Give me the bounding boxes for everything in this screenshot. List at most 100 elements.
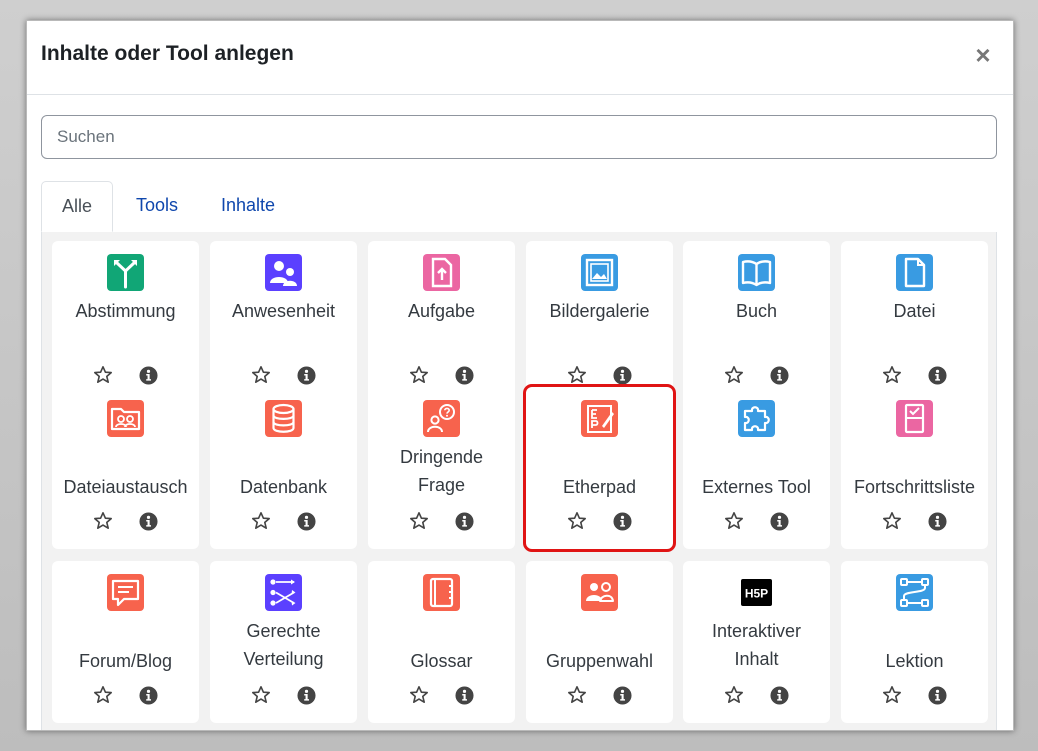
info-icon[interactable] bbox=[613, 686, 632, 705]
file-exchange-icon bbox=[107, 400, 144, 437]
star-icon[interactable] bbox=[567, 685, 587, 705]
activity-card-abstimmung[interactable]: Abstimmung bbox=[52, 241, 199, 403]
activity-card-datenbank[interactable]: Datenbank bbox=[210, 387, 357, 549]
star-icon[interactable] bbox=[409, 365, 429, 385]
star-icon[interactable] bbox=[251, 685, 271, 705]
info-icon[interactable] bbox=[613, 366, 632, 385]
activity-label: Abstimmung bbox=[75, 301, 176, 321]
activity-label: Externes Tool bbox=[702, 477, 811, 497]
gallery-icon bbox=[581, 254, 618, 291]
info-icon[interactable] bbox=[297, 512, 316, 531]
activity-card-interaktiver-inhalt[interactable]: H5P Interaktiver Inhalt bbox=[683, 561, 830, 723]
activity-label: Interaktiver Inhalt bbox=[683, 617, 830, 673]
etherpad-icon bbox=[581, 400, 618, 437]
info-icon[interactable] bbox=[139, 686, 158, 705]
activity-label-line2: Frage bbox=[417, 475, 466, 495]
activity-card-gerechte-verteilung[interactable]: Gerechte Verteilung bbox=[210, 561, 357, 723]
star-icon[interactable] bbox=[724, 511, 744, 531]
activity-card-dringende-frage[interactable]: Dringende Frage bbox=[368, 387, 515, 549]
activity-card-buch[interactable]: Buch bbox=[683, 241, 830, 403]
puzzle-icon bbox=[738, 400, 775, 437]
activity-card-externes-tool[interactable]: Externes Tool bbox=[683, 387, 830, 549]
activity-label-line1: Interaktiver bbox=[711, 621, 802, 641]
info-icon[interactable] bbox=[139, 366, 158, 385]
activity-card-datei[interactable]: Datei bbox=[841, 241, 988, 403]
info-icon[interactable] bbox=[928, 512, 947, 531]
info-icon[interactable] bbox=[770, 512, 789, 531]
info-icon[interactable] bbox=[139, 512, 158, 531]
star-icon[interactable] bbox=[93, 511, 113, 531]
info-icon[interactable] bbox=[928, 686, 947, 705]
activity-label: Lektion bbox=[885, 651, 944, 671]
activity-label: Datenbank bbox=[239, 477, 328, 497]
distribution-icon bbox=[265, 574, 302, 611]
activity-label: Glossar bbox=[410, 651, 473, 671]
activity-label: Etherpad bbox=[562, 477, 637, 497]
tab-bar: Alle Tools Inhalte bbox=[41, 181, 997, 233]
tab-tools[interactable]: Tools bbox=[116, 181, 198, 231]
star-icon[interactable] bbox=[567, 511, 587, 531]
activity-card-lektion[interactable]: Lektion bbox=[841, 561, 988, 723]
activity-label-line2: Verteilung bbox=[243, 649, 324, 669]
star-icon[interactable] bbox=[882, 365, 902, 385]
star-icon[interactable] bbox=[409, 511, 429, 531]
star-icon[interactable] bbox=[882, 511, 902, 531]
tab-all[interactable]: Alle bbox=[41, 181, 114, 232]
forum-icon bbox=[107, 574, 144, 611]
activity-card-bildergalerie[interactable]: Bildergalerie bbox=[526, 241, 673, 403]
tab-contents[interactable]: Inhalte bbox=[201, 181, 295, 231]
star-icon[interactable] bbox=[251, 511, 271, 531]
activity-card-forum-blog[interactable]: Forum/Blog bbox=[52, 561, 199, 723]
activity-chooser-modal: Inhalte oder Tool anlegen × Alle Tools I… bbox=[26, 20, 1014, 731]
star-icon[interactable] bbox=[724, 365, 744, 385]
attendance-icon bbox=[265, 254, 302, 291]
h5p-icon-text: H5P bbox=[745, 587, 768, 601]
activity-label-line2: Inhalt bbox=[734, 649, 779, 669]
info-icon[interactable] bbox=[928, 366, 947, 385]
star-icon[interactable] bbox=[724, 685, 744, 705]
info-icon[interactable] bbox=[770, 366, 789, 385]
star-icon[interactable] bbox=[93, 685, 113, 705]
book-icon bbox=[738, 254, 775, 291]
group-choice-icon bbox=[581, 574, 618, 611]
activity-label: Bildergalerie bbox=[549, 301, 650, 321]
activity-card-glossar[interactable]: Glossar bbox=[368, 561, 515, 723]
activity-card-anwesenheit[interactable]: Anwesenheit bbox=[210, 241, 357, 403]
activity-card-gruppenwahl[interactable]: Gruppenwahl bbox=[526, 561, 673, 723]
activity-label: Fortschrittsliste bbox=[853, 477, 976, 497]
modal-header: Inhalte oder Tool anlegen × bbox=[27, 21, 1013, 95]
info-icon[interactable] bbox=[455, 512, 474, 531]
star-icon[interactable] bbox=[251, 365, 271, 385]
star-icon[interactable] bbox=[882, 685, 902, 705]
file-icon bbox=[896, 254, 933, 291]
activity-label: Dateiaustausch bbox=[63, 477, 188, 497]
activity-label: Datei bbox=[893, 301, 936, 321]
info-icon[interactable] bbox=[297, 686, 316, 705]
info-icon[interactable] bbox=[770, 686, 789, 705]
checklist-icon bbox=[896, 400, 933, 437]
choice-icon bbox=[107, 254, 144, 291]
activity-label: Gerechte Verteilung bbox=[210, 617, 357, 673]
star-icon[interactable] bbox=[93, 365, 113, 385]
activity-label: Forum/Blog bbox=[78, 651, 173, 671]
search-input[interactable] bbox=[41, 115, 997, 159]
info-icon[interactable] bbox=[455, 366, 474, 385]
activity-card-etherpad[interactable]: Etherpad bbox=[523, 384, 676, 552]
activity-card-dateiaustausch[interactable]: Dateiaustausch bbox=[52, 387, 199, 549]
activity-card-fortschrittsliste[interactable]: Fortschrittsliste bbox=[841, 387, 988, 549]
activity-grid: Abstimmung Anwesenheit Aufgabe Bildergal… bbox=[41, 232, 997, 730]
h5p-icon: H5P bbox=[738, 574, 775, 611]
assignment-icon bbox=[423, 254, 460, 291]
glossary-icon bbox=[423, 574, 460, 611]
info-icon[interactable] bbox=[297, 366, 316, 385]
info-icon[interactable] bbox=[613, 512, 632, 531]
urgent-question-icon bbox=[423, 400, 460, 437]
activity-card-aufgabe[interactable]: Aufgabe bbox=[368, 241, 515, 403]
info-icon[interactable] bbox=[455, 686, 474, 705]
modal-title: Inhalte oder Tool anlegen bbox=[41, 42, 294, 65]
close-button[interactable]: × bbox=[971, 41, 995, 69]
activity-label: Dringende Frage bbox=[368, 443, 515, 499]
database-icon bbox=[265, 400, 302, 437]
star-icon[interactable] bbox=[409, 685, 429, 705]
star-icon[interactable] bbox=[567, 365, 587, 385]
